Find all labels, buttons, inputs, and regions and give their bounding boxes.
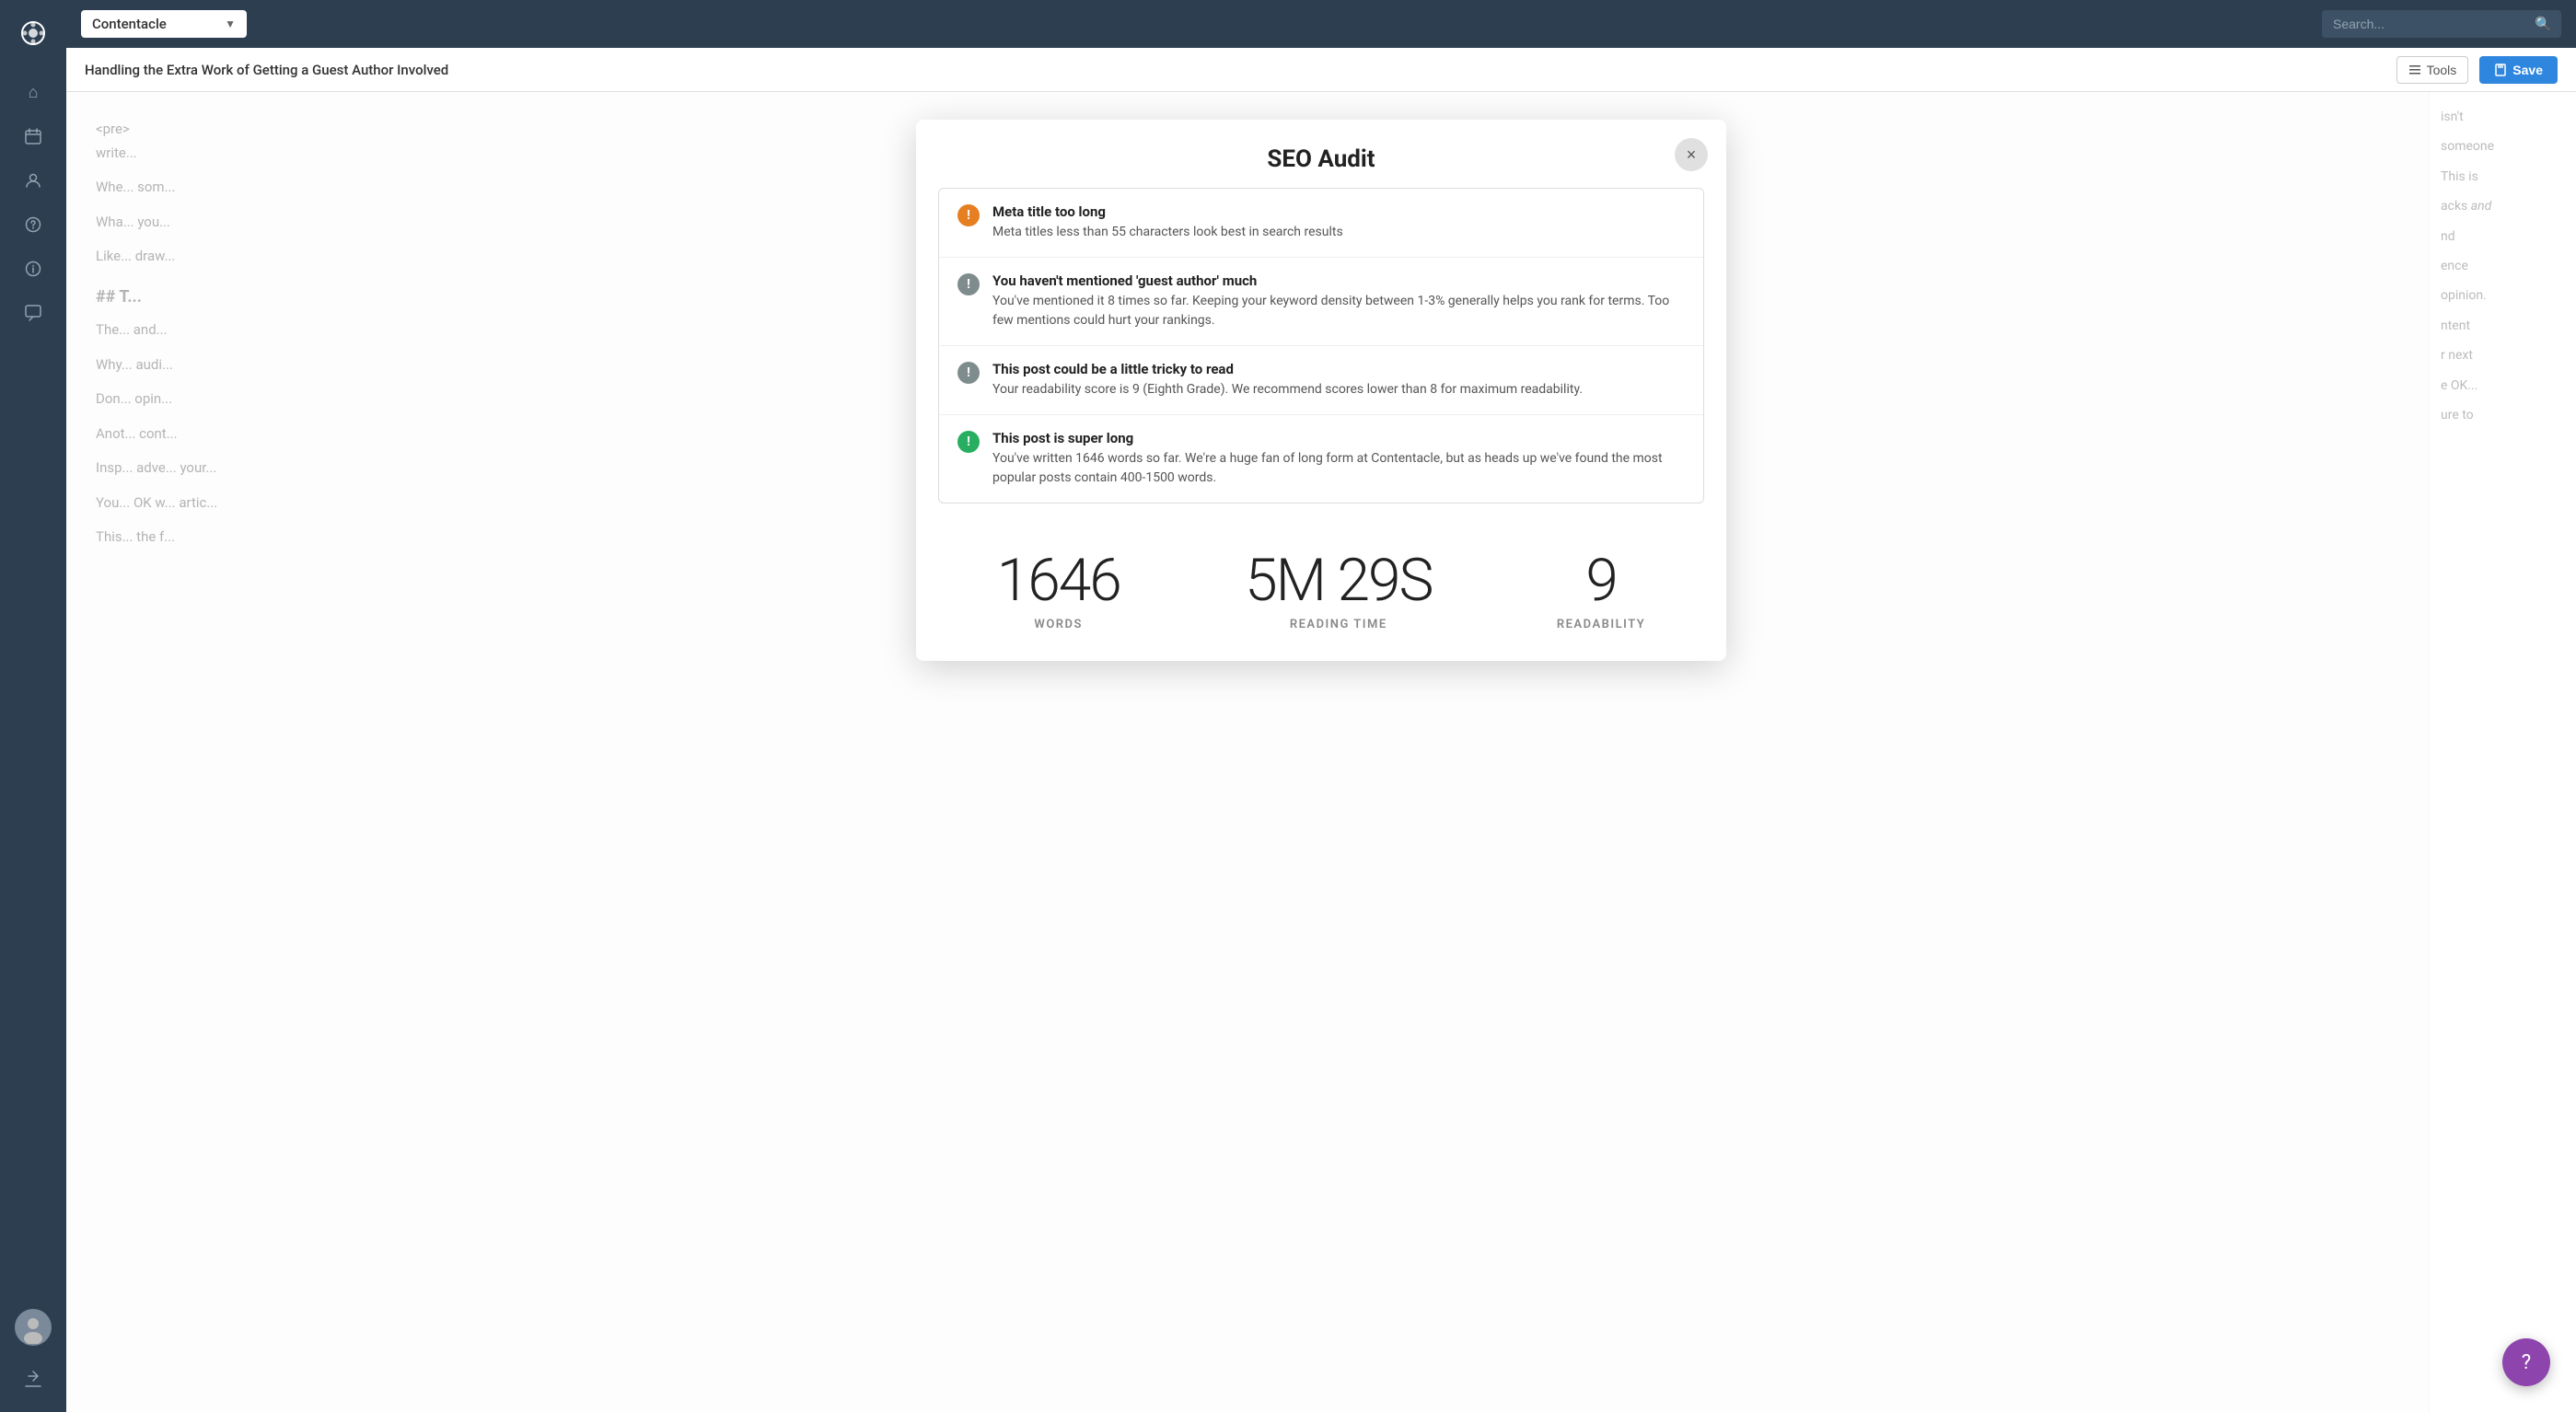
save-button[interactable]: Save <box>2479 56 2558 84</box>
modal-close-button[interactable]: × <box>1675 138 1708 171</box>
sidebar: ⌂ <box>0 0 66 1412</box>
stats-row: 1646 WORDS 5M 29S READING TIME 9 READABI… <box>916 526 1726 661</box>
editor-topbar: Handling the Extra Work of Getting a Gue… <box>66 48 2576 92</box>
audit-desc-2: You've mentioned it 8 times so far. Keep… <box>992 292 1685 330</box>
audit-desc-1: Meta titles less than 55 characters look… <box>992 223 1685 242</box>
save-label: Save <box>2512 63 2543 77</box>
sidebar-item-home[interactable]: ⌂ <box>15 74 52 110</box>
stat-readability-value: 9 <box>1557 551 1645 610</box>
stat-reading-time-label: READING TIME <box>1245 618 1432 631</box>
modal-title: SEO Audit <box>946 145 1697 173</box>
user-avatar[interactable] <box>15 1309 52 1346</box>
audit-title-3: This post could be a little tricky to re… <box>992 361 1685 377</box>
audit-text-3: This post could be a little tricky to re… <box>992 361 1685 399</box>
audit-item-4: ! This post is super long You've written… <box>939 415 1703 503</box>
audit-item-2: ! You haven't mentioned 'guest author' m… <box>939 258 1703 346</box>
audit-desc-3: Your readability score is 9 (Eighth Grad… <box>992 380 1685 399</box>
main-area: Contentacle ▼ 🔍 Handling the Extra Work … <box>66 0 2576 1412</box>
audit-text-4: This post is super long You've written 1… <box>992 430 1685 488</box>
audit-icon-4: ! <box>957 431 980 453</box>
modal-header: SEO Audit × <box>916 120 1726 188</box>
stat-words-value: 1646 <box>997 551 1120 610</box>
audit-desc-4: You've written 1646 words so far. We're … <box>992 449 1685 488</box>
chat-icon: ? <box>2522 1351 2531 1374</box>
audit-items-list: ! Meta title too long Meta titles less t… <box>938 188 1704 503</box>
audit-icon-3: ! <box>957 362 980 384</box>
search-container: 🔍 <box>2322 10 2561 38</box>
sidebar-item-users[interactable] <box>15 162 52 199</box>
audit-icon-2: ! <box>957 273 980 295</box>
stat-words-label: WORDS <box>997 618 1120 631</box>
chat-support-button[interactable]: ? <box>2502 1338 2550 1386</box>
app-logo[interactable] <box>15 15 52 52</box>
search-icon: 🔍 <box>2535 16 2552 32</box>
audit-title-2: You haven't mentioned 'guest author' muc… <box>992 272 1685 289</box>
sidebar-item-export[interactable] <box>15 1360 52 1397</box>
audit-text-1: Meta title too long Meta titles less tha… <box>992 203 1685 242</box>
brand-dropdown-arrow: ▼ <box>225 17 236 30</box>
stat-words: 1646 WORDS <box>997 551 1120 631</box>
brand-name: Contentacle <box>92 16 167 32</box>
audit-icon-1: ! <box>957 204 980 226</box>
sidebar-item-calendar[interactable] <box>15 118 52 155</box>
brand-selector[interactable]: Contentacle ▼ <box>81 10 247 38</box>
editor-body: <pre>write... Whe... som... Wha... you..… <box>66 92 2576 1412</box>
stat-reading-time: 5M 29S READING TIME <box>1245 551 1432 631</box>
sidebar-item-help[interactable] <box>15 206 52 243</box>
close-icon: × <box>1687 145 1697 165</box>
stat-readability: 9 READABILITY <box>1557 551 1645 631</box>
audit-title-4: This post is super long <box>992 430 1685 446</box>
audit-item-1: ! Meta title too long Meta titles less t… <box>939 189 1703 258</box>
app-container: ⌂ Contentacle ▼ <box>0 0 2576 1412</box>
content-area: Handling the Extra Work of Getting a Gue… <box>66 48 2576 1412</box>
audit-title-1: Meta title too long <box>992 203 1685 220</box>
audit-text-2: You haven't mentioned 'guest author' muc… <box>992 272 1685 330</box>
topbar: Contentacle ▼ 🔍 <box>66 0 2576 48</box>
tools-label: Tools <box>2427 63 2457 77</box>
seo-audit-modal: SEO Audit × ! Meta title too long <box>916 120 1726 661</box>
sidebar-item-info[interactable] <box>15 250 52 287</box>
tools-button[interactable]: Tools <box>2396 56 2469 84</box>
search-input[interactable] <box>2322 10 2561 38</box>
sidebar-item-comments[interactable] <box>15 295 52 331</box>
editor-document-title: Handling the Extra Work of Getting a Gue… <box>85 62 2385 78</box>
modal-overlay: SEO Audit × ! Meta title too long <box>66 92 2576 1412</box>
stat-readability-label: READABILITY <box>1557 618 1645 631</box>
audit-item-3: ! This post could be a little tricky to … <box>939 346 1703 415</box>
stat-reading-time-value: 5M 29S <box>1245 551 1432 610</box>
